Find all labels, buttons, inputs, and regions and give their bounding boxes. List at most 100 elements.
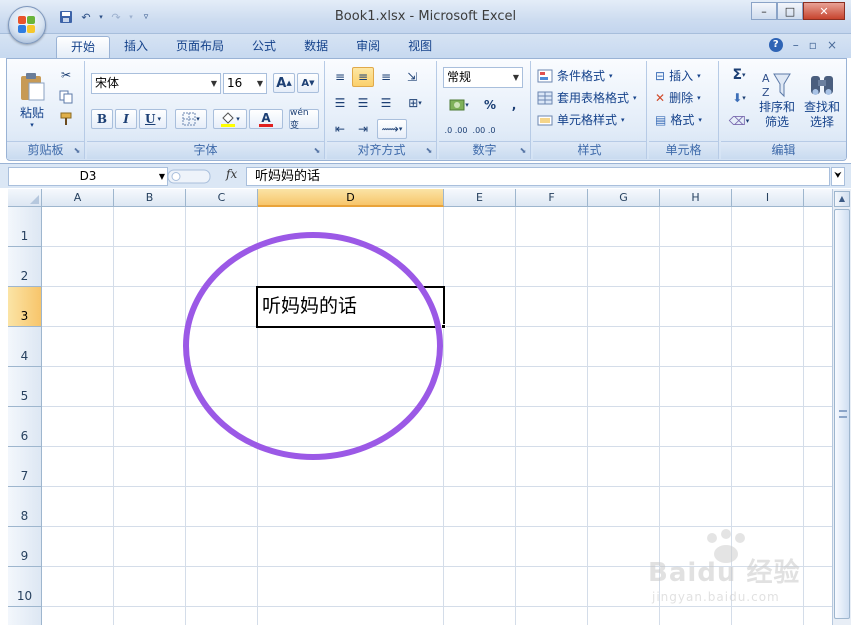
- scrollbar-thumb[interactable]: [834, 209, 850, 619]
- delete-cells-button[interactable]: ✕ 删除 ▾: [655, 89, 701, 106]
- fill-button[interactable]: ⬇ ▾: [725, 88, 753, 108]
- column-header-f[interactable]: F: [516, 189, 588, 207]
- dialog-launcher-icon[interactable]: ⬊: [424, 146, 434, 156]
- borders-button[interactable]: ▾: [175, 109, 207, 129]
- number-format-select[interactable]: 常规 ▼: [443, 67, 523, 88]
- dialog-launcher-icon[interactable]: ⬊: [312, 146, 322, 156]
- tab-page-layout[interactable]: 页面布局: [162, 36, 238, 58]
- format-cells-button[interactable]: ▤ 格式 ▾: [655, 111, 702, 128]
- column-header-h[interactable]: H: [660, 189, 732, 207]
- gridline: [42, 406, 832, 407]
- help-icon[interactable]: ?: [768, 38, 783, 52]
- shrink-font-button[interactable]: A ▼: [297, 73, 319, 93]
- copy-icon[interactable]: [55, 87, 77, 107]
- font-color-button[interactable]: A: [249, 109, 283, 129]
- find-select-button[interactable]: 查找和 选择: [801, 63, 843, 137]
- editing-group: Σ ▾ ⬇ ▾ ⌫ ▾ AZ 排序和 筛选 查找和 选择 编辑: [721, 61, 846, 159]
- tab-home[interactable]: 开始: [56, 36, 111, 58]
- format-as-table-button[interactable]: 套用表格格式 ▾: [537, 89, 637, 106]
- worksheet-grid[interactable]: A B C D E F G H I 1 2 3 4 5 6 7 8 9 10 听…: [8, 189, 832, 625]
- row-header-10[interactable]: 10: [8, 567, 42, 607]
- merge-center-icon[interactable]: ⊞ ▾: [401, 93, 429, 113]
- vertical-scrollbar[interactable]: ▲: [832, 189, 851, 625]
- increase-indent-icon[interactable]: ⇥: [352, 119, 374, 139]
- font-name-select[interactable]: 宋体 ▼: [91, 73, 221, 94]
- dialog-launcher-icon[interactable]: ⬊: [72, 146, 82, 156]
- tab-review[interactable]: 审阅: [342, 36, 394, 58]
- fill-color-button[interactable]: ▾: [213, 109, 247, 129]
- underline-button[interactable]: U ▾: [139, 109, 167, 129]
- phonetic-button[interactable]: wén 变: [289, 108, 319, 131]
- align-middle-icon[interactable]: ≡: [352, 67, 374, 87]
- fill-handle[interactable]: [441, 324, 446, 329]
- align-center-icon[interactable]: ☰: [352, 93, 374, 113]
- expand-formula-bar-button[interactable]: ⮟: [831, 167, 845, 186]
- fill-color-icon: [221, 112, 236, 127]
- name-box[interactable]: D3 ▼: [8, 167, 168, 186]
- sort-filter-button[interactable]: AZ 排序和 筛选: [755, 63, 799, 137]
- insert-function-button[interactable]: fx: [226, 167, 237, 181]
- format-painter-icon[interactable]: [55, 109, 77, 129]
- comma-button[interactable]: ,: [503, 95, 525, 115]
- column-header-d[interactable]: D: [258, 189, 444, 207]
- column-header-g[interactable]: G: [588, 189, 660, 207]
- italic-button[interactable]: I: [115, 109, 137, 129]
- grow-font-button[interactable]: A ▲: [273, 73, 295, 93]
- row-header-9[interactable]: 9: [8, 527, 42, 567]
- tab-formulas[interactable]: 公式: [238, 36, 290, 58]
- row-header-5[interactable]: 5: [8, 367, 42, 407]
- align-top-icon[interactable]: ≡: [329, 67, 351, 87]
- cell-styles-button[interactable]: 单元格样式 ▾: [537, 111, 625, 128]
- column-header-i[interactable]: I: [732, 189, 804, 207]
- row-header-2[interactable]: 2: [8, 247, 42, 287]
- workbook-minimize-button[interactable]: –: [793, 38, 799, 52]
- minimize-button[interactable]: –: [751, 2, 777, 20]
- delete-cells-label: 删除: [669, 91, 694, 105]
- tab-insert[interactable]: 插入: [110, 36, 162, 58]
- close-button[interactable]: ✕: [803, 2, 845, 20]
- insert-cells-button[interactable]: ⊟ 插入 ▾: [655, 67, 701, 84]
- maximize-button[interactable]: □: [777, 2, 803, 20]
- decrease-indent-icon[interactable]: ⇤: [329, 119, 351, 139]
- decrease-decimal-button[interactable]: .00 .0: [471, 121, 497, 141]
- row-header-7[interactable]: 7: [8, 447, 42, 487]
- select-all-button[interactable]: [8, 189, 42, 207]
- tab-view[interactable]: 视图: [394, 36, 446, 58]
- currency-icon[interactable]: ▾: [443, 95, 475, 115]
- active-cell-d3[interactable]: 听妈妈的话: [256, 286, 445, 328]
- align-right-icon[interactable]: ☰: [375, 93, 397, 113]
- cut-icon[interactable]: ✂: [55, 65, 77, 85]
- dialog-launcher-icon[interactable]: ⬊: [518, 146, 528, 156]
- percent-button[interactable]: %: [479, 95, 501, 115]
- gridline: [587, 207, 588, 625]
- scroll-up-button[interactable]: ▲: [834, 191, 850, 207]
- paste-button[interactable]: 粘贴 ▾: [15, 65, 49, 135]
- align-bottom-icon[interactable]: ≡: [375, 67, 397, 87]
- conditional-formatting-button[interactable]: 条件格式 ▾: [537, 67, 613, 84]
- workbook-close-button[interactable]: ×: [827, 38, 837, 52]
- column-header-c[interactable]: C: [186, 189, 258, 207]
- formula-input[interactable]: 听妈妈的话: [246, 167, 830, 186]
- increase-decimal-button[interactable]: .0 .00: [443, 121, 469, 141]
- bold-button[interactable]: B: [91, 109, 113, 129]
- wrap-text-icon[interactable]: ⟿ ▾: [377, 119, 407, 139]
- column-header-b[interactable]: B: [114, 189, 186, 207]
- workbook-restore-button[interactable]: ▫: [809, 38, 817, 52]
- column-header-j[interactable]: [804, 189, 832, 207]
- column-header-e[interactable]: E: [444, 189, 516, 207]
- clear-button[interactable]: ⌫ ▾: [725, 111, 753, 131]
- insert-cells-label: 插入: [669, 69, 694, 83]
- column-header-a[interactable]: A: [42, 189, 114, 207]
- align-left-icon[interactable]: ☰: [329, 93, 351, 113]
- row-header-1[interactable]: 1: [8, 207, 42, 247]
- font-size-select[interactable]: 16 ▼: [223, 73, 267, 94]
- row-header-11[interactable]: [8, 607, 42, 625]
- orientation-icon[interactable]: ⇲: [401, 67, 423, 87]
- row-header-3[interactable]: 3: [8, 287, 42, 327]
- tab-data[interactable]: 数据: [290, 36, 342, 58]
- office-button[interactable]: [8, 6, 46, 44]
- row-header-8[interactable]: 8: [8, 487, 42, 527]
- row-header-4[interactable]: 4: [8, 327, 42, 367]
- autosum-button[interactable]: Σ ▾: [725, 65, 753, 85]
- row-header-6[interactable]: 6: [8, 407, 42, 447]
